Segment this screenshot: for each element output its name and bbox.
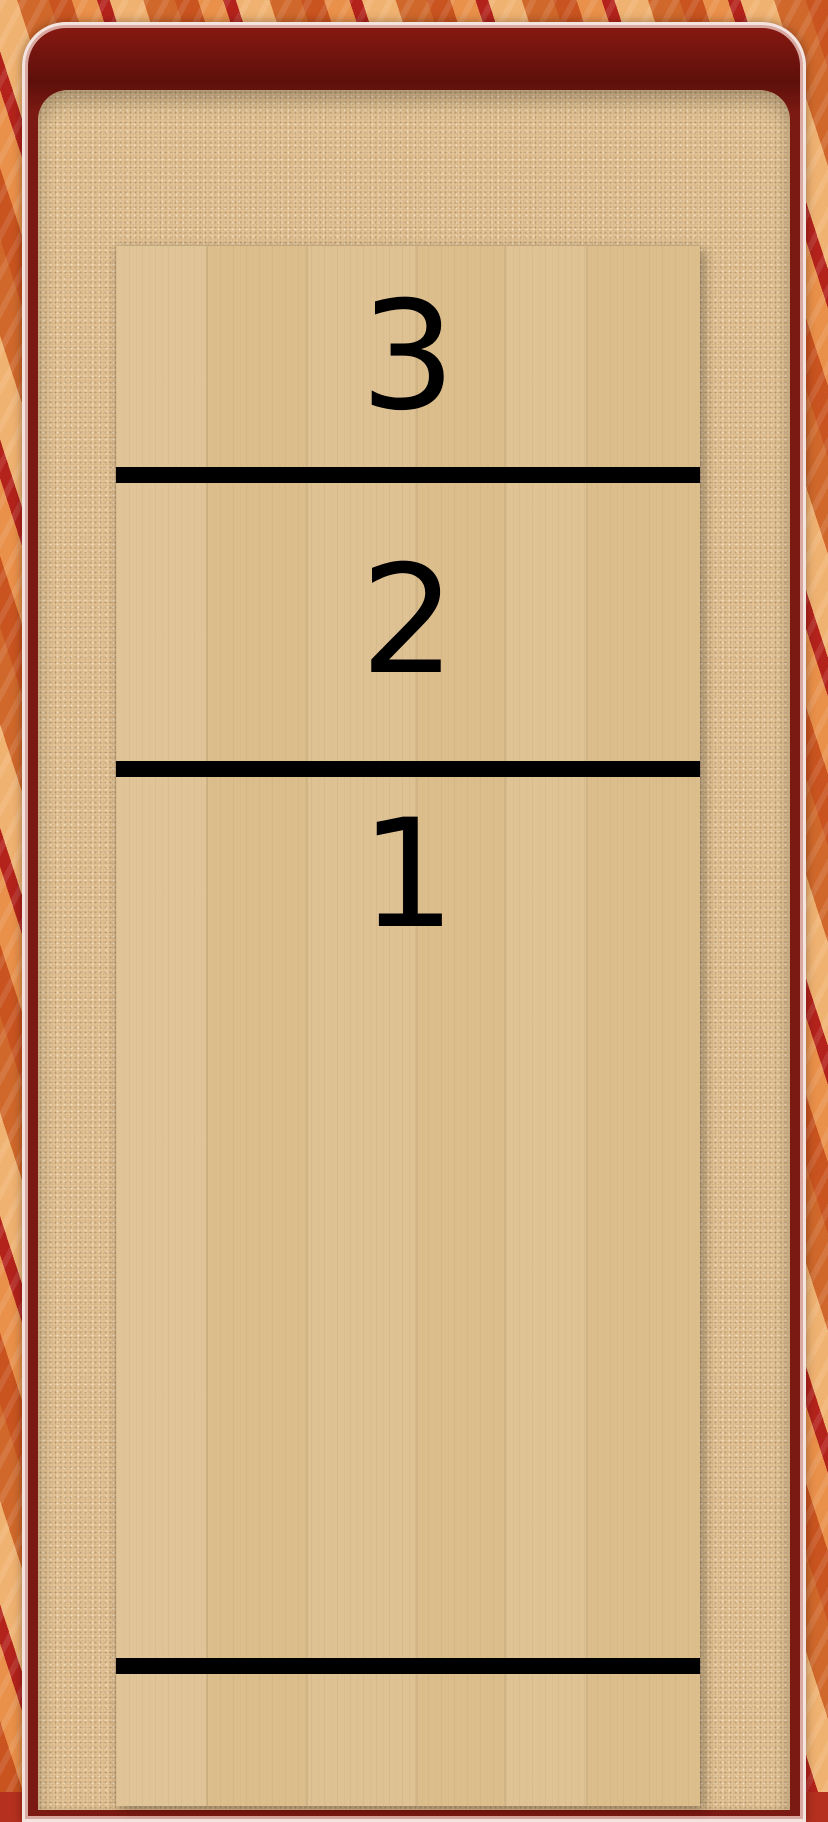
zone-line-3 [116,467,700,483]
zone-2-label: 2 [360,534,456,708]
foul-line [116,1658,700,1674]
zone-1-label: 1 [360,788,456,962]
zone-3-label: 3 [360,270,456,444]
zone-line-2 [116,761,700,777]
